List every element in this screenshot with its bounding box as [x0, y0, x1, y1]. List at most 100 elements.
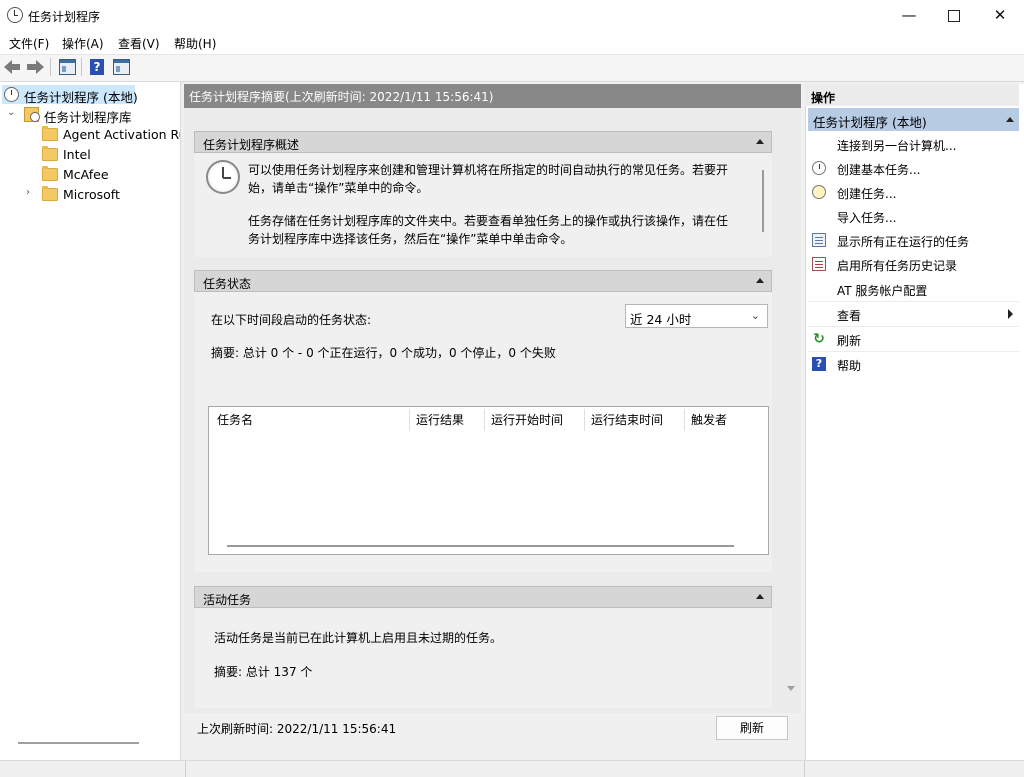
action-label: AT 服务帐户配置: [837, 284, 928, 298]
tree-item-folder[interactable]: McAfee: [0, 165, 180, 184]
section-title: 活动任务: [203, 593, 252, 607]
folder-icon: [42, 146, 58, 161]
collapse-icon[interactable]: [756, 594, 764, 599]
maximize-button[interactable]: [931, 0, 977, 31]
create-task-icon: [812, 185, 826, 199]
close-button[interactable]: ✕: [977, 0, 1023, 31]
actions-group-header[interactable]: 任务计划程序 (本地): [808, 108, 1019, 131]
action-import-task[interactable]: 导入任务...: [808, 204, 1019, 228]
time-range-select[interactable]: 近 24 小时 ⌄: [625, 304, 768, 328]
collapse-icon[interactable]: [756, 278, 764, 283]
section-title: 任务状态: [203, 277, 252, 291]
task-status-table: 任务名 运行结果 运行开始时间 运行结束时间 触发者: [208, 406, 769, 555]
summary-header-text: 任务计划程序摘要(上次刷新时间: 2022/1/11 15:56:41): [189, 90, 494, 104]
show-hide-console-tree-button[interactable]: [57, 57, 77, 77]
action-create-task[interactable]: 创建任务...: [808, 180, 1019, 204]
action-show-running-tasks[interactable]: 显示所有正在运行的任务: [808, 228, 1019, 252]
submenu-arrow-icon: [1008, 309, 1013, 319]
action-refresh[interactable]: ↻ 刷新: [808, 327, 1019, 351]
last-refresh-time: 上次刷新时间: 2022/1/11 15:56:41: [197, 722, 397, 736]
tree-item-folder[interactable]: Intel: [0, 145, 180, 164]
overview-scrollbar[interactable]: [762, 170, 764, 232]
action-pane-icon: [113, 59, 130, 75]
action-label: 导入任务...: [837, 211, 897, 225]
menu-action[interactable]: 操作(A): [62, 35, 104, 52]
summary-header: 任务计划程序摘要(上次刷新时间: 2022/1/11 15:56:41): [184, 84, 801, 108]
tree-item-library[interactable]: ⌄ 任务计划程序库: [0, 105, 180, 125]
folder-icon: [42, 186, 58, 201]
action-at-service-config[interactable]: AT 服务帐户配置: [808, 277, 1019, 301]
toolbar: ?: [0, 55, 1024, 82]
active-section-header[interactable]: 活动任务: [194, 586, 772, 608]
vertical-scrollbar[interactable]: [785, 108, 801, 713]
column-header-run-end[interactable]: 运行结束时间: [591, 411, 663, 428]
maximize-icon: [948, 9, 960, 22]
forward-arrow-icon: [36, 60, 44, 74]
action-label: 创建任务...: [837, 187, 897, 201]
action-label: 启用所有任务历史记录: [837, 259, 958, 273]
folder-icon: [42, 166, 58, 181]
column-header-task-name[interactable]: 任务名: [217, 411, 253, 428]
table-horizontal-scrollbar[interactable]: [227, 545, 734, 547]
status-summary: 摘要: 总计 0 个 - 0 个正在运行，0 个成功，0 个停止，0 个失败: [211, 346, 556, 360]
toolbar-separator: [81, 58, 82, 76]
status-section-header[interactable]: 任务状态: [194, 270, 772, 292]
horizontal-scrollbar[interactable]: [18, 742, 139, 744]
actions-group-title: 任务计划程序 (本地): [813, 115, 927, 130]
clock-icon: [206, 160, 240, 194]
tree-item-root[interactable]: 任务计划程序 (本地): [2, 85, 138, 105]
tree-item-label: Agent Activation Runtime: [63, 127, 180, 142]
help-button[interactable]: ?: [87, 57, 107, 77]
column-header-run-result[interactable]: 运行结果: [416, 411, 464, 428]
column-header-run-start[interactable]: 运行开始时间: [491, 411, 563, 428]
action-label: 刷新: [837, 334, 862, 348]
refresh-button[interactable]: 刷新: [716, 716, 788, 740]
menu-file[interactable]: 文件(F): [9, 35, 49, 52]
refresh-icon: ↻: [813, 331, 825, 347]
time-range-value: 近 24 小时: [630, 312, 692, 327]
actions-title: 操作: [811, 91, 836, 105]
overview-section-header[interactable]: 任务计划程序概述: [194, 131, 772, 153]
action-view[interactable]: 查看: [808, 302, 1019, 326]
tree-item-folder[interactable]: › Microsoft: [0, 185, 180, 204]
action-create-basic-task[interactable]: 创建基本任务...: [808, 156, 1019, 180]
active-tasks-summary: 摘要: 总计 137 个: [214, 665, 313, 679]
forward-button[interactable]: [25, 57, 45, 77]
menu-view[interactable]: 查看(V): [118, 35, 160, 52]
action-enable-history[interactable]: 启用所有任务历史记录: [808, 252, 1019, 276]
status-divider: [185, 761, 186, 777]
task-scheduler-icon: [7, 7, 23, 23]
active-tasks-description: 活动任务是当前已在此计算机上启用且未过期的任务。: [214, 631, 503, 645]
tree-item-label: McAfee: [63, 167, 109, 182]
create-basic-task-icon: [812, 161, 826, 175]
collapse-icon[interactable]: [756, 139, 764, 144]
window-title: 任务计划程序: [28, 10, 101, 24]
action-help[interactable]: ? 帮助: [808, 352, 1019, 376]
console-tree-icon: [59, 59, 76, 75]
column-header-triggered-by[interactable]: 触发者: [691, 411, 727, 428]
collapse-icon[interactable]: [1006, 117, 1014, 122]
minimize-button[interactable]: —: [886, 0, 932, 31]
tree-item-label: Microsoft: [63, 187, 120, 202]
action-label: 帮助: [837, 359, 862, 373]
tree-item-label: 任务计划程序库: [44, 110, 132, 125]
menu-help[interactable]: 帮助(H): [174, 35, 216, 52]
action-connect[interactable]: 连接到另一台计算机...: [808, 132, 1019, 156]
tree-item-label: Intel: [63, 147, 91, 162]
status-divider: [804, 761, 805, 777]
overview-text: 始，请单击“操作”菜单中的命令。: [248, 181, 429, 195]
chevron-right-icon[interactable]: ›: [26, 187, 30, 198]
back-button[interactable]: [3, 57, 23, 77]
actions-pane-header: 操作: [805, 84, 1019, 106]
action-label: 创建基本任务...: [837, 163, 921, 177]
running-tasks-icon: [812, 233, 826, 247]
chevron-down-icon[interactable]: ⌄: [7, 107, 15, 118]
toolbar-separator: [50, 58, 51, 76]
show-hide-action-pane-button[interactable]: [111, 57, 131, 77]
action-label: 连接到另一台计算机...: [837, 139, 957, 153]
task-history-icon: [812, 257, 826, 271]
navigation-tree: 任务计划程序 (本地) ⌄ 任务计划程序库 Agent Activation R…: [0, 82, 181, 760]
section-title: 任务计划程序概述: [203, 138, 300, 152]
tree-item-folder[interactable]: Agent Activation Runtime: [0, 125, 180, 144]
scroll-down-icon[interactable]: [787, 686, 795, 691]
